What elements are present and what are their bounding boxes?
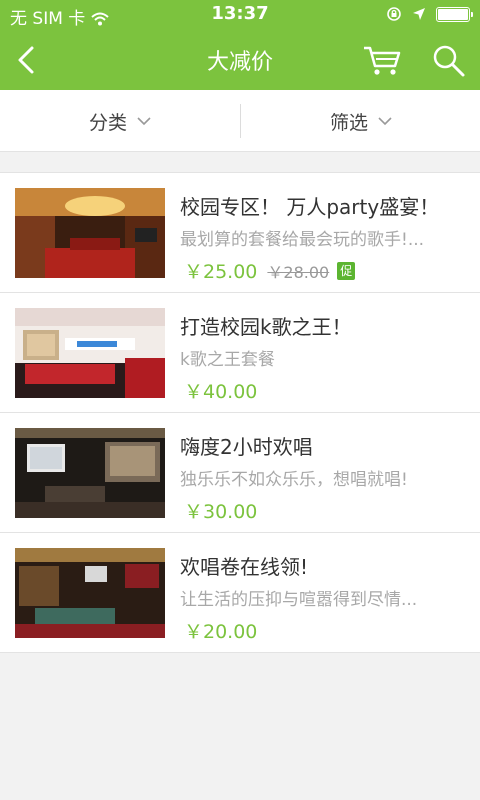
screen-filter-label: 筛选: [329, 111, 368, 134]
category-filter-label: 分类: [88, 111, 127, 134]
item-title: 打造校园k歌之王！: [180, 315, 352, 339]
navbar: 大减价: [0, 30, 480, 90]
item-title: 嗨度2小时欢唱: [180, 435, 313, 459]
battery-icon: [436, 6, 473, 22]
item-title: 校园专区！ 万人party盛宴！: [180, 195, 440, 219]
item-price: ￥25.00: [184, 261, 258, 283]
ktv-room-image: [15, 188, 165, 278]
ktv-room-image: [15, 308, 165, 398]
chevron-down-icon: [378, 117, 392, 126]
page-title: 大减价: [206, 50, 273, 75]
item-original-price: ￥28.00: [267, 262, 330, 282]
list-item[interactable]: 欢唱卷在线领! 让生活的压抑与喧嚣得到尽情... ￥20.00: [0, 533, 480, 653]
chevron-down-icon: [137, 117, 151, 126]
search-icon[interactable]: [430, 42, 468, 78]
list-item[interactable]: 打造校园k歌之王！ k歌之王套餐 ￥40.00: [0, 293, 480, 413]
item-price: ￥20.00: [184, 621, 258, 643]
screen-filter[interactable]: 筛选: [241, 90, 480, 152]
location-icon: [413, 8, 425, 20]
cart-icon[interactable]: [362, 42, 402, 78]
item-price: ￥40.00: [184, 381, 258, 403]
item-description: 让生活的压抑与喧嚣得到尽情...: [180, 590, 418, 610]
list-item[interactable]: 校园专区！ 万人party盛宴！ 最划算的套餐给最会玩的歌手!... ￥25.0…: [0, 173, 480, 293]
item-description: k歌之王套餐: [180, 350, 275, 370]
filter-bar: 分类 筛选: [0, 90, 480, 152]
promo-badge: 促: [337, 261, 356, 280]
category-filter[interactable]: 分类: [0, 90, 240, 152]
item-description: 独乐乐不如众乐乐，想唱就唱!: [180, 470, 408, 490]
status-bar: 无 SIM 卡 13:37: [0, 0, 480, 30]
rotation-lock-icon: [387, 7, 401, 21]
item-price: ￥30.00: [184, 501, 258, 523]
ktv-room-image: [15, 428, 165, 518]
ktv-room-image: [15, 548, 165, 638]
app-header: 无 SIM 卡 13:37 大减价: [0, 0, 480, 90]
item-description: 最划算的套餐给最会玩的歌手!...: [180, 230, 425, 250]
item-title: 欢唱卷在线领!: [180, 555, 309, 579]
deal-list: 校园专区！ 万人party盛宴！ 最划算的套餐给最会玩的歌手!... ￥25.0…: [0, 172, 480, 653]
list-item[interactable]: 嗨度2小时欢唱 独乐乐不如众乐乐，想唱就唱! ￥30.00: [0, 413, 480, 533]
